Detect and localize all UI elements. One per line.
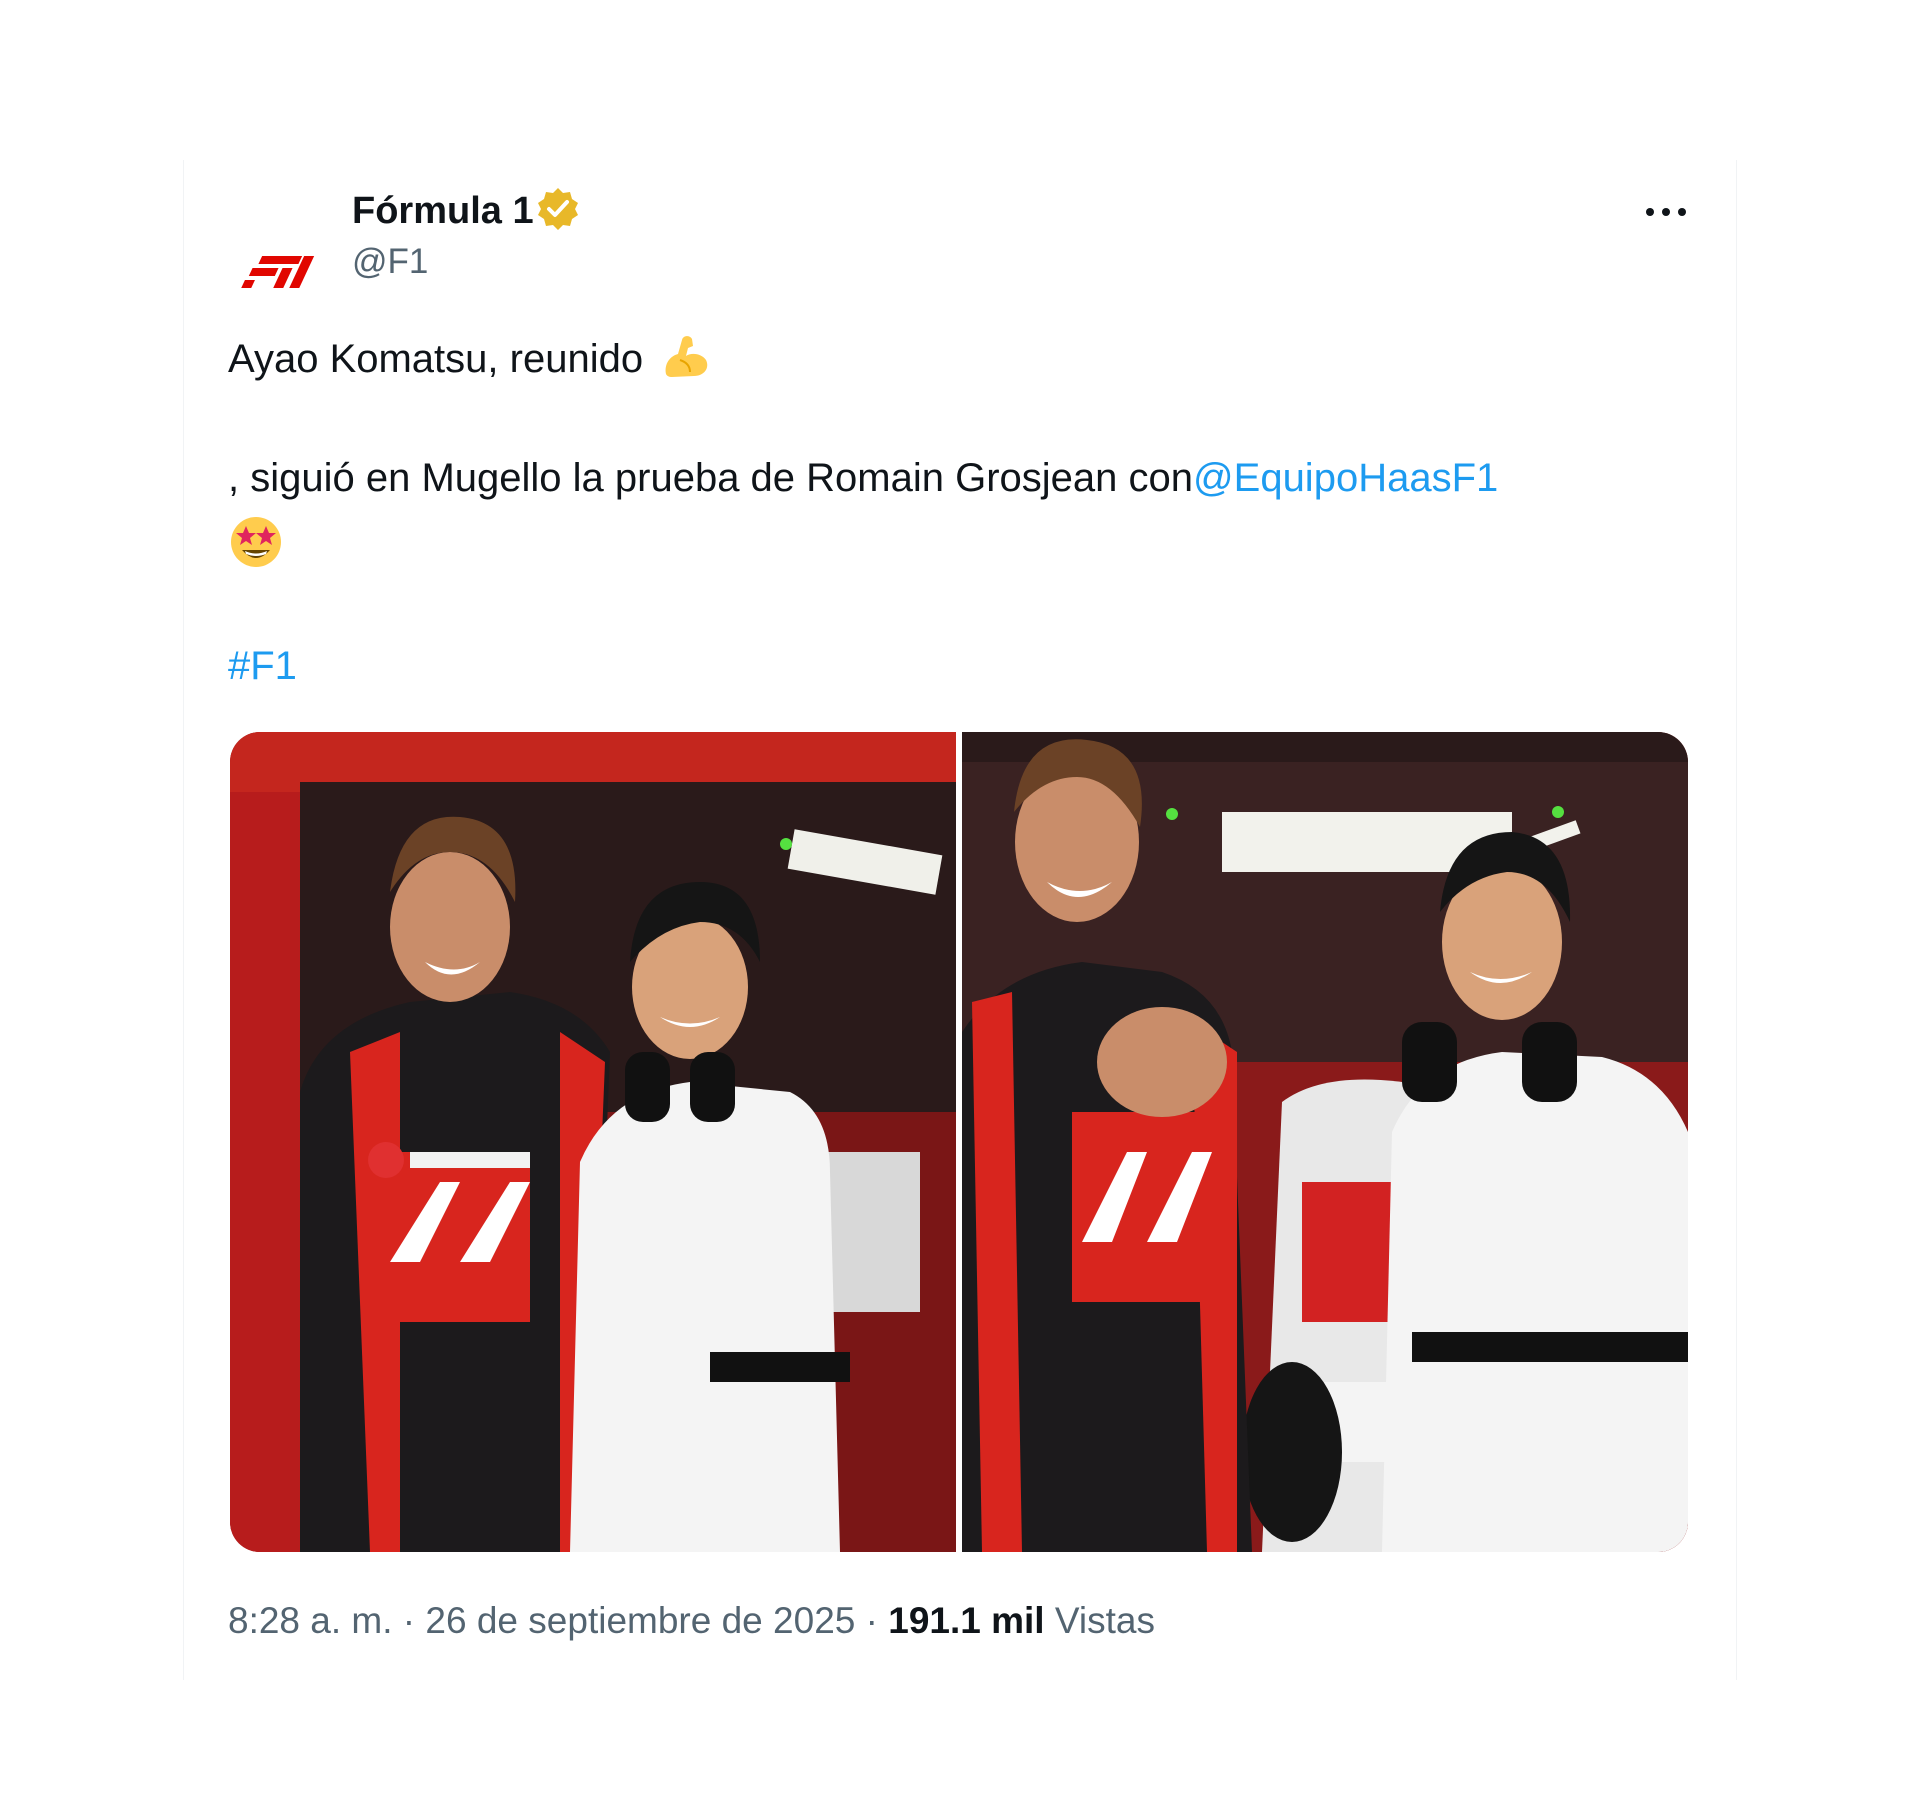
tweet-text-line-2: , siguió en Mugello la prueba de Romain …: [228, 456, 1498, 501]
meta-separator-1: ·: [392, 1600, 426, 1641]
photo-left[interactable]: [230, 732, 956, 1552]
tweet-text-2: , siguió en Mugello la prueba de Romain …: [228, 456, 1194, 500]
handle[interactable]: @F1: [352, 242, 428, 282]
hashtag-link[interactable]: #F1: [228, 644, 297, 689]
verified-badge-icon[interactable]: [536, 186, 580, 230]
views-label: Vistas: [1054, 1600, 1155, 1641]
flexed-biceps-emoji: [665, 336, 708, 377]
star-struck-emoji: [231, 517, 281, 567]
tweet-card: Fórmula 1 @F1 Ayao Komatsu, reunido , si…: [183, 160, 1737, 1680]
photo-left-image: [230, 732, 956, 1552]
tweet-meta: 8:28 a. m. · 26 de septiembre de 2025 · …: [228, 1600, 1155, 1642]
photo-right-image: [962, 732, 1688, 1552]
photo-right[interactable]: [962, 732, 1688, 1552]
tweet-date[interactable]: 26 de septiembre de 2025: [425, 1600, 855, 1641]
more-dots-icon: [1646, 208, 1686, 216]
meta-separator-2: ·: [855, 1600, 889, 1641]
media-grid: [230, 732, 1688, 1552]
display-name[interactable]: Fórmula 1: [352, 190, 534, 233]
views-count: 191.1 mil: [888, 1600, 1045, 1641]
more-options-button[interactable]: [1636, 190, 1696, 234]
mention-link[interactable]: @EquipoHaasF1: [1193, 456, 1498, 500]
f1-logo-icon[interactable]: [230, 222, 326, 318]
tweet-text-1: Ayao Komatsu, reunido: [228, 337, 644, 381]
tweet-text-line-1: Ayao Komatsu, reunido: [228, 330, 712, 382]
tweet-time[interactable]: 8:28 a. m.: [228, 1600, 393, 1641]
